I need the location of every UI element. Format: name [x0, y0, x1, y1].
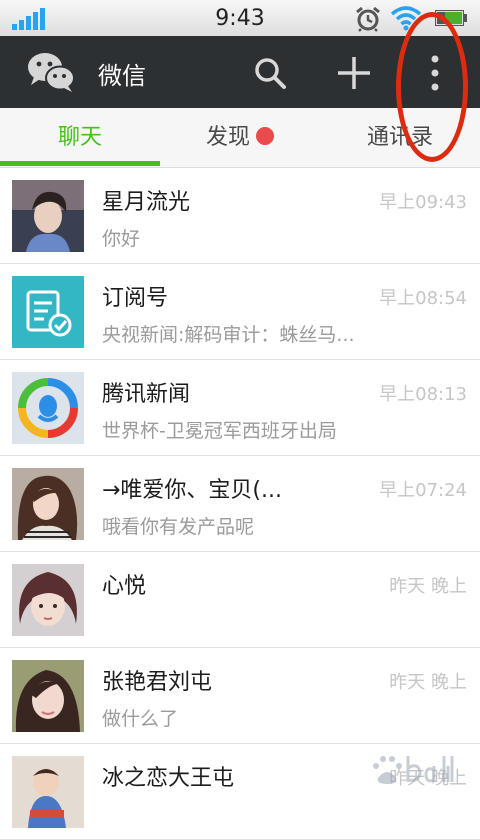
avatar [12, 756, 84, 828]
chat-row[interactable]: 订阅号 央视新闻:解码审计：蛛丝马... 早上08:54 [0, 264, 480, 360]
wifi-icon [390, 6, 422, 31]
more-vertical-icon[interactable] [420, 52, 450, 94]
chat-row[interactable]: 心悦 昨天 晚上 [0, 552, 480, 648]
tab-indicator [0, 161, 160, 166]
tab-label: 通讯录 [366, 125, 433, 150]
search-icon[interactable] [253, 56, 287, 90]
chat-name: 腾讯新闻 [102, 382, 191, 407]
chat-name: 心悦 [102, 574, 147, 599]
chat-row[interactable]: →唯爱你、宝贝(... 哦看你有发产品呢 早上07:24 [0, 456, 480, 552]
chat-row[interactable]: 冰之恋大王屯 昨天 晚上 [0, 744, 480, 840]
chat-preview: 世界杯-卫冕冠军西班牙出局 [102, 420, 337, 442]
chat-time: 早上09:43 [379, 192, 467, 213]
chat-time: 早上08:54 [379, 288, 467, 309]
chat-time: 早上08:13 [379, 384, 467, 405]
chat-name: →唯爱你、宝贝(... [102, 478, 282, 503]
chat-preview: 哦看你有发产品呢 [102, 516, 255, 538]
app-title: 微信 [98, 62, 146, 90]
chat-time: 早上07:24 [379, 480, 467, 501]
app-header: 微信 [0, 36, 480, 108]
chat-name: 订阅号 [102, 286, 169, 311]
avatar [12, 660, 84, 732]
avatar [12, 564, 84, 636]
chat-row[interactable]: 腾讯新闻 世界杯-卫冕冠军西班牙出局 早上08:13 [0, 360, 480, 456]
tab-chats[interactable]: 聊天 [0, 108, 160, 168]
status-bar: 9:43 [0, 0, 480, 36]
avatar [12, 468, 84, 540]
tab-discover[interactable]: 发现 [160, 108, 320, 168]
plus-icon[interactable] [335, 54, 373, 92]
chat-preview: 央视新闻:解码审计：蛛丝马... [102, 324, 355, 346]
tab-contacts[interactable]: 通讯录 [320, 108, 480, 168]
battery-icon [435, 10, 467, 26]
alarm-icon [356, 6, 380, 32]
tab-bar: 聊天 发现 通讯录 [0, 108, 480, 168]
chat-row[interactable]: 张艳君刘屯 做什么了 昨天 晚上 [0, 648, 480, 744]
chat-time: 昨天 晚上 [389, 768, 467, 789]
chat-list: 星月流光 你好 早上09:43 订阅号 央视新闻:解码审计：蛛丝马... 早上0… [0, 168, 480, 840]
chat-preview: 做什么了 [102, 708, 179, 730]
chat-preview: 你好 [102, 228, 141, 250]
tab-label: 聊天 [57, 125, 102, 150]
subscription-icon [12, 276, 84, 348]
chat-name: 张艳君刘屯 [102, 670, 213, 695]
chat-name: 冰之恋大王屯 [102, 766, 235, 791]
avatar [12, 180, 84, 252]
chat-time: 昨天 晚上 [389, 576, 467, 597]
chat-time: 昨天 晚上 [389, 672, 467, 693]
chat-name: 星月流光 [102, 190, 191, 215]
wechat-logo-icon [28, 53, 75, 92]
badge-dot-icon [256, 127, 274, 145]
tab-label: 发现 [205, 125, 250, 150]
tencent-news-icon [12, 372, 84, 444]
chat-row[interactable]: 星月流光 你好 早上09:43 [0, 168, 480, 264]
